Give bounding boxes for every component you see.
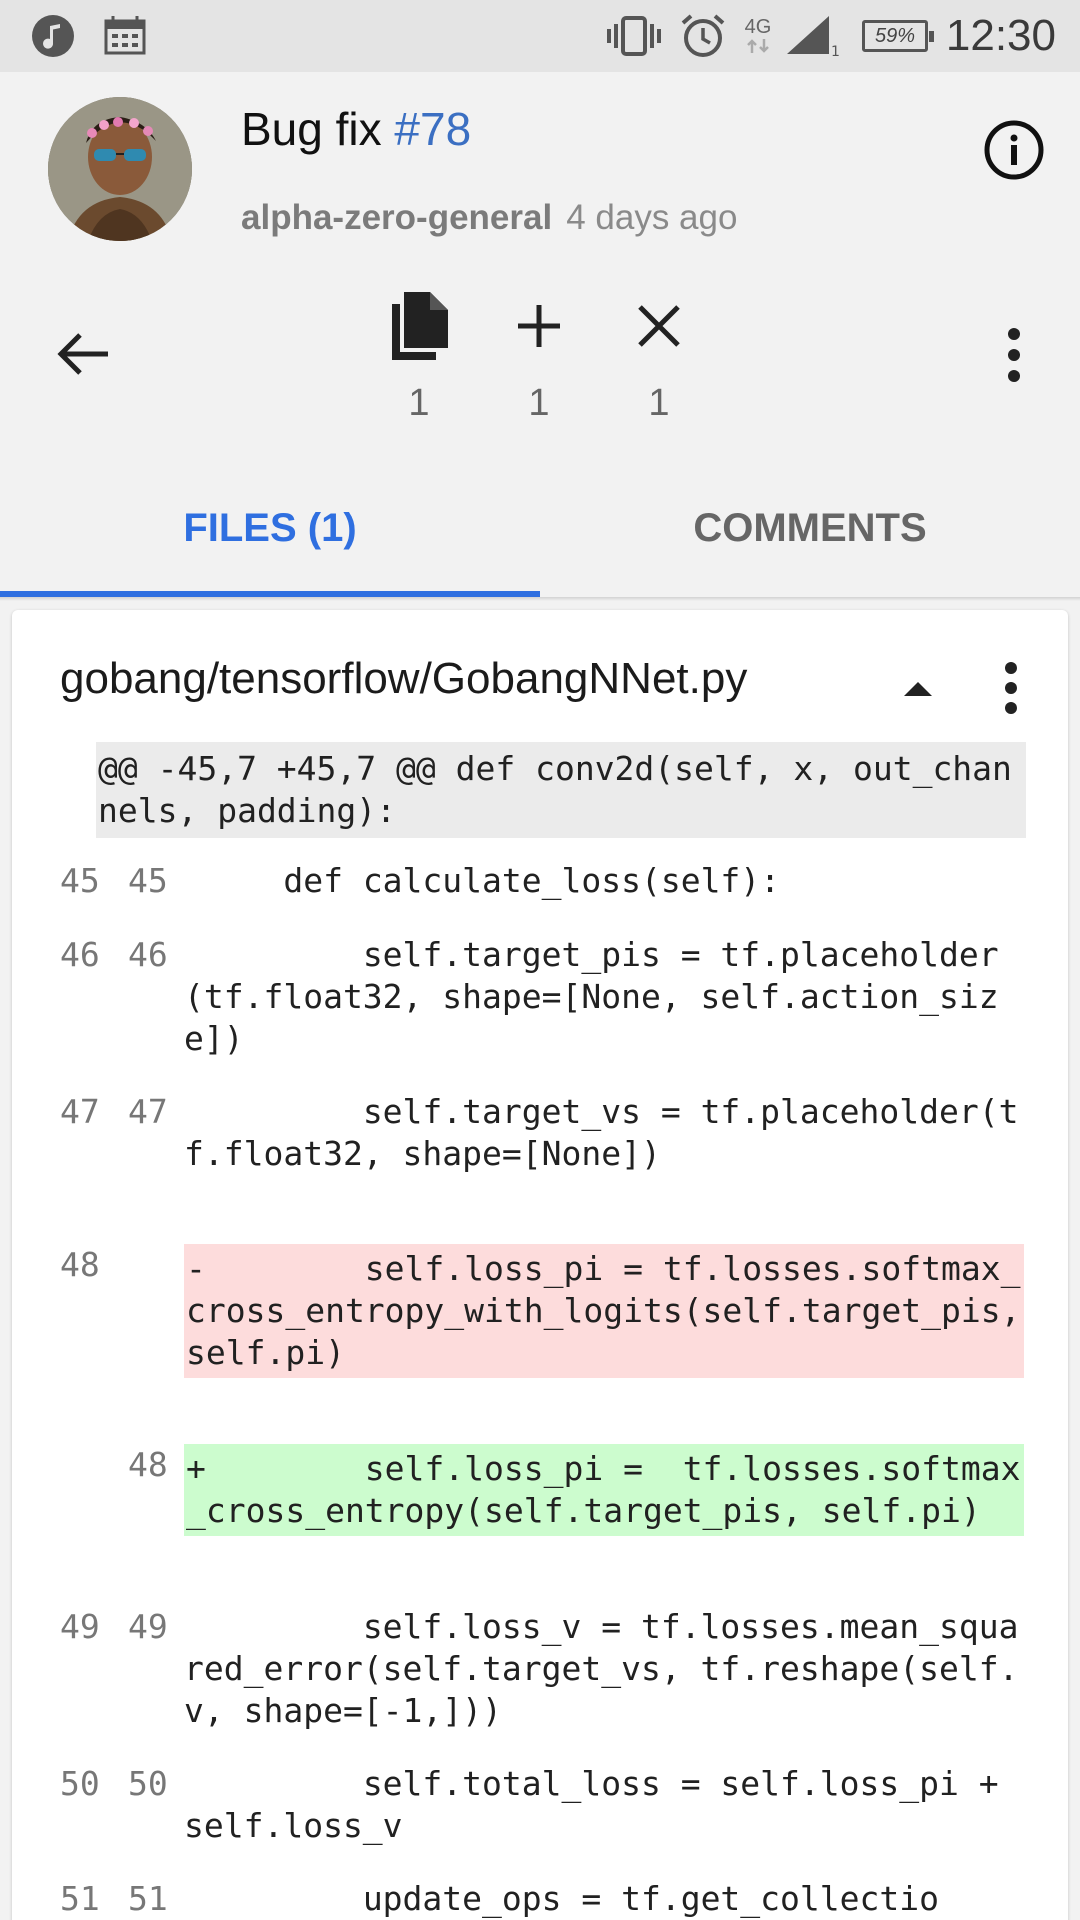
music-icon xyxy=(30,0,76,72)
new-line-number: 50 xyxy=(128,1764,168,1803)
close-icon xyxy=(614,284,704,368)
old-line-number: 51 xyxy=(60,1879,100,1918)
old-line-number: 45 xyxy=(60,861,100,900)
back-arrow-icon[interactable] xyxy=(52,322,116,386)
additions-count: 1 xyxy=(528,382,550,424)
battery-icon: 59% xyxy=(862,20,934,52)
files-changed-stat: 1 xyxy=(374,284,464,425)
repo-name[interactable]: alpha-zero-general xyxy=(241,198,552,237)
file-path[interactable]: gobang/tensorflow/GobangNNet.py xyxy=(60,654,747,704)
tab-bar: FILES (1) COMMENTS xyxy=(0,478,1080,598)
old-line-number: 49 xyxy=(60,1607,100,1646)
line-code: + self.loss_pi = tf.losses.softmax_cross… xyxy=(184,1444,1024,1536)
line-code: self.total_loss = self.loss_pi + self.lo… xyxy=(184,1764,1019,1845)
line-code: self.target_vs = tf.placeholder(tf.float… xyxy=(184,1092,1019,1173)
status-bar: 4G 1 59% 12:30 xyxy=(0,0,1080,72)
calendar-icon xyxy=(100,0,150,72)
hunk-header: @@ -45,7 +45,7 @@ def conv2d(self, x, ou… xyxy=(96,742,1026,838)
files-icon xyxy=(374,284,464,368)
vibrate-icon xyxy=(604,0,664,72)
line-code: self.target_pis = tf.placeholder(tf.floa… xyxy=(184,935,999,1058)
status-clock: 12:30 xyxy=(945,11,1056,60)
more-vert-icon[interactable] xyxy=(996,320,1032,390)
new-line-number: 45 xyxy=(128,861,168,900)
deletions-count: 1 xyxy=(648,382,670,424)
network-4g-icon: 4G xyxy=(740,0,776,72)
pr-title: Bug fix #78 xyxy=(241,102,471,156)
svg-text:1: 1 xyxy=(831,44,839,58)
battery-level: 59% xyxy=(874,25,916,47)
file-diff-card: gobang/tensorflow/GobangNNet.py @@ -45,7… xyxy=(12,610,1068,1920)
pr-header: Bug fix #78 alpha-zero-general 4 days ago… xyxy=(0,72,1080,602)
tab-divider xyxy=(0,597,1080,601)
new-line-number: 49 xyxy=(128,1607,168,1646)
pr-number[interactable]: #78 xyxy=(394,103,471,155)
files-count: 1 xyxy=(408,382,430,424)
new-line-number: 46 xyxy=(128,935,168,974)
avatar[interactable] xyxy=(48,97,192,241)
old-line-number: 50 xyxy=(60,1764,100,1803)
info-icon[interactable] xyxy=(982,118,1046,182)
line-code: def calculate_loss(self): xyxy=(184,861,781,900)
new-line-number: 47 xyxy=(128,1092,168,1131)
line-code: self.loss_v = tf.losses.mean_squared_err… xyxy=(184,1607,1019,1730)
old-line-number: 47 xyxy=(60,1092,100,1131)
new-line-number: 48 xyxy=(128,1445,168,1484)
pr-meta: alpha-zero-general 4 days ago xyxy=(241,198,737,238)
signal-icon: 1 xyxy=(784,0,840,72)
file-more-vert-icon[interactable] xyxy=(996,658,1026,718)
additions-stat: 1 xyxy=(494,284,584,425)
old-line-number: 48 xyxy=(60,1245,100,1284)
pr-title-text: Bug fix xyxy=(241,103,382,155)
collapse-arrow-icon[interactable] xyxy=(898,668,938,708)
line-code: update_ops = tf.get_collectio xyxy=(184,1879,939,1918)
tab-files[interactable]: FILES (1) xyxy=(0,478,540,598)
new-line-number: 51 xyxy=(128,1879,168,1918)
pr-time: 4 days ago xyxy=(566,198,738,237)
alarm-icon xyxy=(678,0,728,72)
line-code: - self.loss_pi = tf.losses.softmax_cross… xyxy=(184,1244,1024,1378)
deletions-stat: 1 xyxy=(614,284,704,425)
tab-comments[interactable]: COMMENTS xyxy=(540,478,1080,598)
old-line-number: 46 xyxy=(60,935,100,974)
plus-icon xyxy=(494,284,584,368)
